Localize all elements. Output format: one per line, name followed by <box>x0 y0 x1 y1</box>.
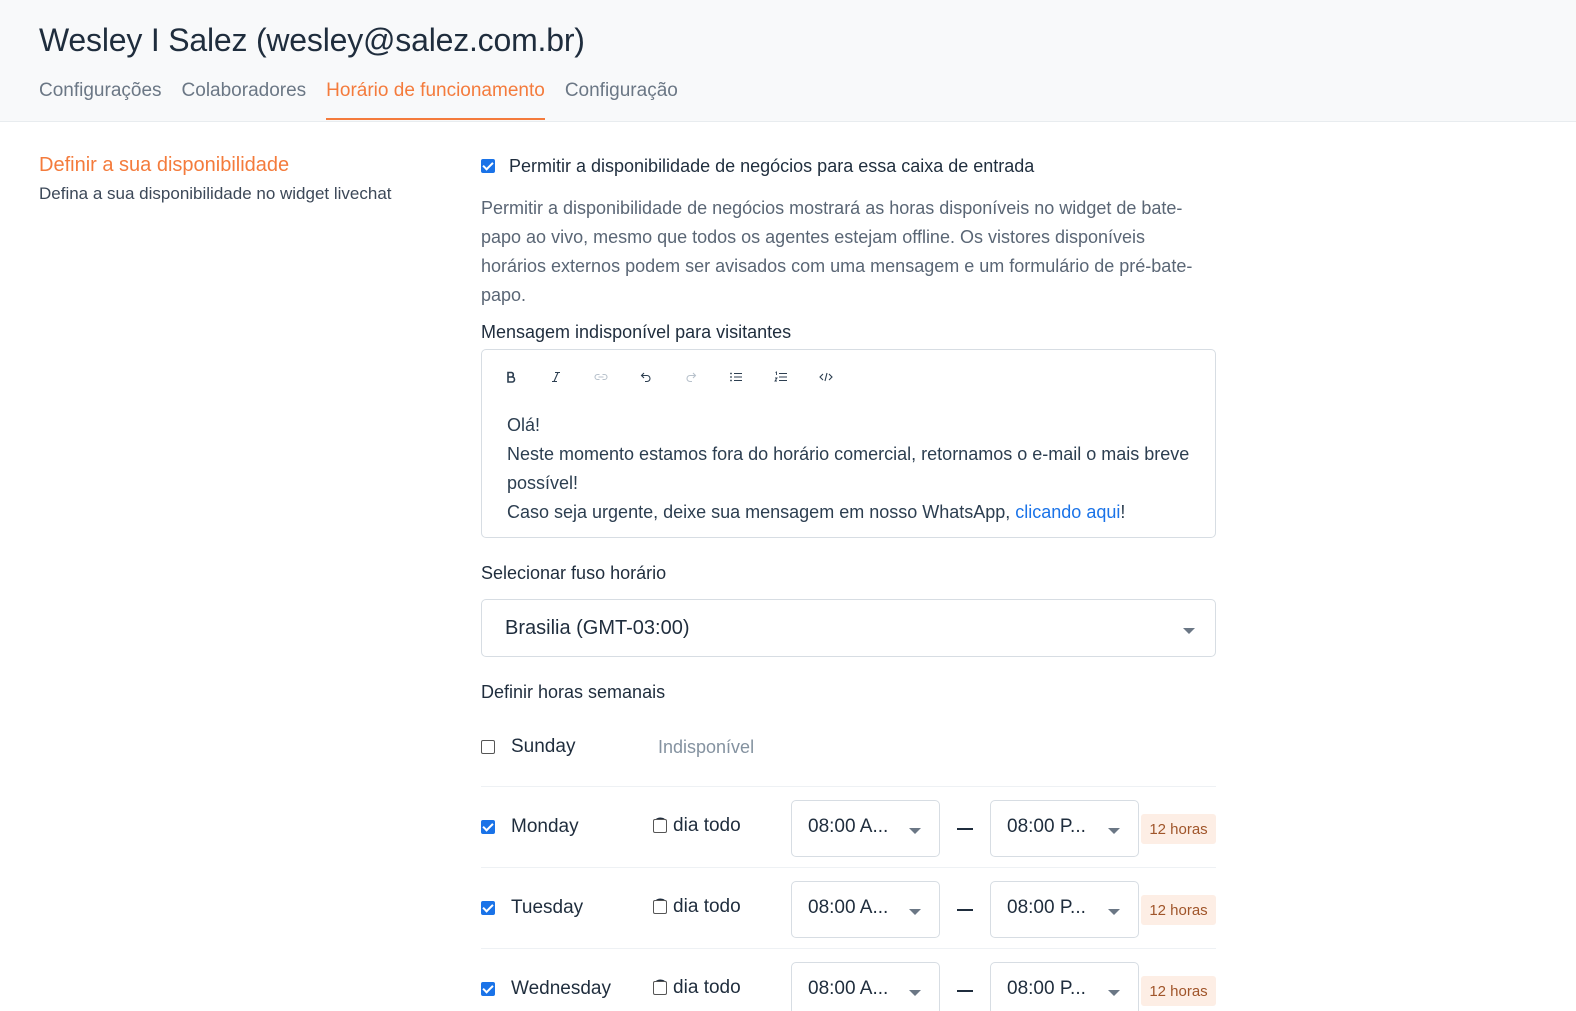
to-time-select-monday[interactable]: 08:00 P... <box>990 800 1139 857</box>
day-name-monday: Monday <box>511 816 579 837</box>
page-header: Wesley I Salez (wesley@salez.com.br) Con… <box>0 0 1576 122</box>
all-day-checkbox-wednesday[interactable] <box>653 981 667 995</box>
hours-badge-monday: 12 horas <box>1141 814 1216 844</box>
link-icon[interactable] <box>592 368 610 386</box>
code-icon[interactable] <box>817 368 835 386</box>
chevron-down-icon <box>1108 909 1120 915</box>
section-title: Definir a sua disponibilidade <box>39 154 290 176</box>
time-separator <box>957 990 973 992</box>
tab-colaboradores[interactable]: Colaboradores <box>182 80 307 120</box>
bullet-list-icon[interactable] <box>727 368 745 386</box>
settings-tabs: Configurações Colaboradores Horário de f… <box>39 80 678 120</box>
bold-icon[interactable] <box>502 368 520 386</box>
to-time-value-monday: 08:00 P... <box>1007 816 1086 837</box>
message-line-2: Neste momento estamos fora do horário co… <box>507 444 1190 493</box>
unavailable-message-label: Mensagem indisponível para visitantes <box>481 322 792 342</box>
message-line-3-suffix: ! <box>1120 502 1126 522</box>
day-checkbox-monday[interactable] <box>481 820 495 834</box>
all-day-toggle-wednesday[interactable]: O dia todo <box>653 977 741 999</box>
chevron-down-icon <box>909 909 921 915</box>
availability-toggle-row: Permitir a disponibilidade de negócios p… <box>481 154 1216 178</box>
message-line-3-text: Caso seja urgente, deixe sua mensagem em… <box>507 502 1016 522</box>
chevron-down-icon <box>909 828 921 834</box>
chevron-down-icon <box>1183 628 1195 634</box>
day-status-sunday: Indisponível <box>658 737 755 757</box>
from-time-select-monday[interactable]: 08:00 A... <box>791 800 940 857</box>
all-day-toggle-tuesday[interactable]: O dia todo <box>653 896 741 918</box>
all-day-toggle-monday[interactable]: O dia todo <box>653 815 741 837</box>
timezone-select[interactable]: Brasilia (GMT-03:00) <box>481 599 1216 657</box>
day-row-wednesday: Wednesday O dia todo 08:00 A... 08:00 P.… <box>481 950 1216 1011</box>
section-info: Definir a sua disponibilidade Defina a s… <box>39 154 399 206</box>
day-row-tuesday: Tuesday O dia todo 08:00 A... 08:00 P...… <box>481 869 1216 949</box>
timezone-value: Brasilia (GMT-03:00) <box>505 617 690 639</box>
availability-help-text: Permitir a disponibilidade de negócios m… <box>481 198 1193 305</box>
page-title: Wesley I Salez (wesley@salez.com.br) <box>39 22 585 58</box>
tab-configuracao[interactable]: Configuração <box>565 80 678 120</box>
day-checkbox-tuesday[interactable] <box>481 901 495 915</box>
ordered-list-icon[interactable] <box>772 368 790 386</box>
from-time-select-tuesday[interactable]: 08:00 A... <box>791 881 940 938</box>
section-description: Defina a sua disponibilidade no widget l… <box>39 184 392 203</box>
chevron-down-icon <box>1108 990 1120 996</box>
day-row-monday: Monday O dia todo 08:00 A... 08:00 P... … <box>481 788 1216 868</box>
to-time-select-tuesday[interactable]: 08:00 P... <box>990 881 1139 938</box>
chevron-down-icon <box>909 990 921 996</box>
to-time-select-wednesday[interactable]: 08:00 P... <box>990 962 1139 1011</box>
from-time-value-wednesday: 08:00 A... <box>808 978 889 999</box>
time-separator <box>957 909 973 911</box>
undo-icon[interactable] <box>637 368 655 386</box>
hours-badge-wednesday: 12 horas <box>1141 976 1216 1006</box>
weekly-hours-label: Definir horas semanais <box>481 682 666 702</box>
editor-content[interactable]: Olá! Neste momento estamos fora do horár… <box>507 411 1207 527</box>
timezone-label: Selecionar fuso horário <box>481 563 667 583</box>
day-name-sunday: Sunday <box>511 736 576 757</box>
to-time-value-tuesday: 08:00 P... <box>1007 897 1086 918</box>
availability-checkbox-label: Permitir a disponibilidade de negócios p… <box>509 155 1035 176</box>
chevron-down-icon <box>1108 828 1120 834</box>
time-separator <box>957 828 973 830</box>
day-row-sunday: Sunday Indisponível <box>481 708 1216 787</box>
day-checkbox-sunday[interactable] <box>481 740 495 754</box>
from-time-value-monday: 08:00 A... <box>808 816 889 837</box>
message-line-1: Olá! <box>507 415 541 435</box>
from-time-value-tuesday: 08:00 A... <box>808 897 889 918</box>
to-time-value-wednesday: 08:00 P... <box>1007 978 1086 999</box>
whatsapp-link[interactable]: clicando aqui <box>1015 502 1120 522</box>
availability-checkbox[interactable] <box>481 159 495 173</box>
italic-icon[interactable] <box>547 368 565 386</box>
all-day-checkbox-monday[interactable] <box>653 819 667 833</box>
editor-toolbar <box>502 368 835 386</box>
from-time-select-wednesday[interactable]: 08:00 A... <box>791 962 940 1011</box>
message-line-3: Caso seja urgente, deixe sua mensagem em… <box>507 498 1207 527</box>
redo-icon[interactable] <box>682 368 700 386</box>
day-name-tuesday: Tuesday <box>511 897 584 918</box>
all-day-checkbox-tuesday[interactable] <box>653 900 667 914</box>
availability-form: Permitir a disponibilidade de negócios p… <box>481 154 1216 1011</box>
day-name-wednesday: Wednesday <box>511 978 611 999</box>
day-checkbox-wednesday[interactable] <box>481 982 495 996</box>
hours-badge-tuesday: 12 horas <box>1141 895 1216 925</box>
tab-horario-de-funcionamento[interactable]: Horário de funcionamento <box>326 80 545 120</box>
tab-configuracoes[interactable]: Configurações <box>39 80 162 120</box>
message-editor[interactable]: Olá! Neste momento estamos fora do horár… <box>481 349 1216 538</box>
